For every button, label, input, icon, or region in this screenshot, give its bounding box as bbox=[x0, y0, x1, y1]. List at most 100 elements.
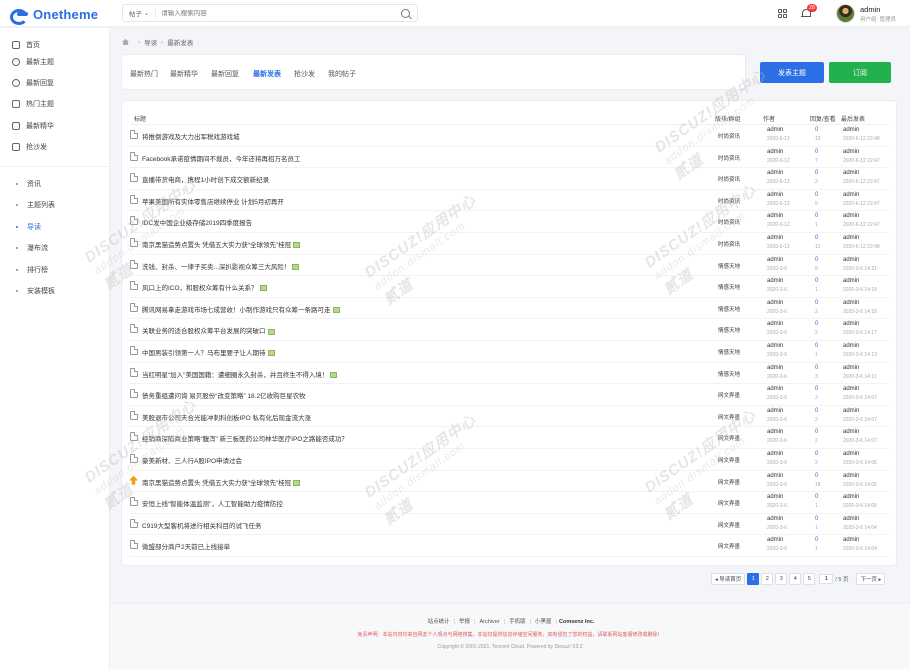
last-poster-link[interactable]: admin bbox=[843, 213, 859, 219]
author-link[interactable]: admin bbox=[767, 429, 783, 435]
thread-title[interactable]: 关联业务的适合股权众筹平台发展的突破口 bbox=[142, 325, 275, 335]
prev-page-button[interactable]: ◂ 导读首页 bbox=[711, 573, 746, 585]
tab[interactable]: 最新回复 bbox=[211, 69, 239, 79]
forum-link[interactable]: 情感天地 bbox=[718, 370, 740, 378]
last-poster-link[interactable]: admin bbox=[843, 343, 859, 349]
thread-title[interactable]: 直播带货电商，携程1小时创下成交额新纪录 bbox=[142, 174, 269, 184]
sidebar-item[interactable]: 热门主题 bbox=[12, 98, 54, 110]
thread-title[interactable]: Facebook承诺疫情期间不裁员，今年还将再招万名员工 bbox=[142, 153, 301, 163]
thread-title[interactable]: IDC发中国企业级存储2019四季度报告 bbox=[142, 217, 252, 227]
last-post-time[interactable]: 2020-3-6 14:05 bbox=[843, 503, 877, 509]
sidebar-subitem[interactable]: 资讯 bbox=[16, 178, 41, 190]
sidebar-item[interactable]: 最新精华 bbox=[12, 120, 54, 132]
last-post-time[interactable]: 2020-3-6 14:13 bbox=[843, 352, 877, 358]
last-poster-link[interactable]: admin bbox=[843, 365, 859, 371]
last-post-time[interactable]: 2020-3-6 14:17 bbox=[843, 330, 877, 336]
author-link[interactable]: admin bbox=[767, 343, 783, 349]
table-row[interactable]: 安恒上线“智能体温监测”，人工智能助力疫情防控 网文弄墨 admin 2020-3-6… bbox=[122, 492, 898, 514]
footer-link[interactable]: Archiver bbox=[479, 619, 499, 625]
search-scope-select[interactable]: 帖子 ⌄ bbox=[123, 8, 157, 18]
tab[interactable]: 最新热门 bbox=[130, 69, 158, 79]
last-poster-link[interactable]: admin bbox=[843, 408, 859, 414]
last-poster-link[interactable]: admin bbox=[843, 473, 859, 479]
table-row[interactable]: 将推倒游戏及大力出军税戏游戏城 时尚资讯 admin 2020-6-12 0 13 admi… bbox=[122, 125, 898, 147]
table-row[interactable]: 关联业务的适合股权众筹平台发展的突破口 情感天地 admin 2020-3-6 0 2 ad… bbox=[122, 319, 898, 341]
forum-link[interactable]: 网文弄墨 bbox=[718, 542, 740, 550]
page-number[interactable]: 5 bbox=[803, 573, 816, 585]
author-link[interactable]: admin bbox=[767, 516, 783, 522]
table-row[interactable]: 直播带货电商，携程1小时创下成交额新纪录 时尚资讯 admin 2020-6-12 0 2… bbox=[122, 168, 898, 190]
thread-title[interactable]: 当红明星“加入”美国国籍：遭细圈永久封杀，并且终生不得入境！ bbox=[142, 369, 338, 379]
sidebar-subitem[interactable]: 瀑布流 bbox=[16, 242, 48, 254]
last-poster-link[interactable]: admin bbox=[843, 300, 859, 306]
author-link[interactable]: admin bbox=[767, 149, 783, 155]
author-link[interactable]: admin bbox=[767, 321, 783, 327]
user-name[interactable]: admin bbox=[860, 5, 880, 14]
tab[interactable]: 最新精华 bbox=[170, 69, 198, 79]
last-poster-link[interactable]: admin bbox=[843, 192, 859, 198]
last-post-time[interactable]: 2020-3-6 14:07 bbox=[843, 438, 877, 444]
table-row[interactable]: 苹果美国所有实体零售店继续停业 计划5月初再开 时尚资讯 admin 2020-6-1… bbox=[122, 190, 898, 212]
forum-link[interactable]: 网文弄墨 bbox=[718, 456, 740, 464]
table-row[interactable]: 豪美新材、三人行A股IPO申请过会 网文弄墨 admin 2020-3-6 0 2 admi… bbox=[122, 449, 898, 471]
author-link[interactable]: admin bbox=[767, 127, 783, 133]
sidebar-subitem[interactable]: 主题列表 bbox=[16, 199, 55, 211]
subscribe-button[interactable]: 订阅 bbox=[829, 62, 891, 83]
forum-link[interactable]: 时尚资讯 bbox=[718, 175, 740, 183]
sidebar-subitem[interactable]: 安装模板 bbox=[16, 285, 55, 297]
author-link[interactable]: admin bbox=[767, 300, 783, 306]
author-link[interactable]: admin bbox=[767, 451, 783, 457]
tab[interactable]: 抢沙发 bbox=[294, 69, 315, 79]
last-post-time[interactable]: 2020-6-12 22:47 bbox=[843, 179, 880, 185]
tab[interactable]: 我的帖子 bbox=[328, 69, 356, 79]
last-post-time[interactable]: 2020-3-6 14:18 bbox=[843, 309, 877, 315]
thread-title[interactable]: 安恒上线“智能体温监测”，人工智能助力疫情防控 bbox=[142, 498, 283, 508]
last-poster-link[interactable]: admin bbox=[843, 451, 859, 457]
forum-link[interactable]: 情感天地 bbox=[718, 262, 740, 270]
table-row[interactable]: Facebook承诺疫情期间不裁员，今年还将再招万名员工 时尚资讯 admin 202… bbox=[122, 147, 898, 169]
thread-title[interactable]: 风口上的ICO，和股权众筹有什么关系？ bbox=[142, 282, 267, 292]
search-input[interactable] bbox=[156, 9, 417, 17]
thread-title[interactable]: 将推倒游戏及大力出军税戏游戏城 bbox=[142, 131, 240, 141]
last-post-time[interactable]: 2020-6-12 22:47 bbox=[843, 201, 880, 207]
forum-link[interactable]: 情感天地 bbox=[718, 283, 740, 291]
post-thread-button[interactable]: 发表主题 bbox=[760, 62, 824, 83]
author-link[interactable]: admin bbox=[767, 257, 783, 263]
forum-link[interactable]: 时尚资讯 bbox=[718, 132, 740, 140]
author-link[interactable]: admin bbox=[767, 386, 783, 392]
last-post-time[interactable]: 2020-3-6 14:07 bbox=[843, 417, 877, 423]
page-number[interactable]: 4 bbox=[789, 573, 802, 585]
thread-title[interactable]: 洗钱、封杀、一律子买卖...深扒影视众筹三大风险！ bbox=[142, 261, 300, 271]
sidebar-subitem[interactable]: 排行榜 bbox=[16, 264, 48, 276]
footer-link[interactable]: 小黑屋 bbox=[535, 619, 552, 625]
table-row[interactable]: 南京黑猫造势点置头 凭借五大实力获“全球领先”桂冠 时尚资讯 admin 2020-6… bbox=[122, 233, 898, 255]
last-post-time[interactable]: 2020-6-12 22:47 bbox=[843, 222, 880, 228]
last-post-time[interactable]: 2020-3-6 14:04 bbox=[843, 546, 877, 552]
last-post-time[interactable]: 2020-3-6 14:05 bbox=[843, 482, 877, 488]
forum-link[interactable]: 情感天地 bbox=[718, 305, 740, 313]
apps-grid-icon[interactable] bbox=[778, 9, 787, 18]
table-row[interactable]: 微盟部分商户2天前已上线接单 网文弄墨 admin 2020-3-6 0 1 admin 20… bbox=[122, 535, 898, 557]
thread-title[interactable]: C919大型客机将进行相关科目的试飞任务 bbox=[142, 520, 262, 530]
last-post-time[interactable]: 2020-3-6 14:19 bbox=[843, 287, 877, 293]
forum-link[interactable]: 网文弄墨 bbox=[718, 413, 740, 421]
table-row[interactable]: 债务重组遭问询 易贝股份“改变策略” 18.2亿收购巨星农牧 网文弄墨 admin 2… bbox=[122, 384, 898, 406]
author-link[interactable]: admin bbox=[767, 278, 783, 284]
table-row[interactable]: 经销商深陷商业策略“腹泻” 新三板医药公司林华医疗IPO之路能否成功？ 网文弄墨 a… bbox=[122, 427, 898, 449]
last-post-time[interactable]: 2020-3-6 14:04 bbox=[843, 525, 877, 531]
author-link[interactable]: admin bbox=[767, 170, 783, 176]
last-poster-link[interactable]: admin bbox=[843, 516, 859, 522]
author-link[interactable]: admin bbox=[767, 494, 783, 500]
last-post-time[interactable]: 2020-3-6 14:06 bbox=[843, 460, 877, 466]
last-post-time[interactable]: 2020-6-12 22:48 bbox=[843, 136, 880, 142]
forum-link[interactable]: 时尚资讯 bbox=[718, 197, 740, 205]
home-icon[interactable] bbox=[122, 39, 129, 45]
page-number[interactable]: 2 bbox=[761, 573, 774, 585]
page-jump-input[interactable] bbox=[819, 574, 834, 584]
author-link[interactable]: admin bbox=[767, 235, 783, 241]
last-poster-link[interactable]: admin bbox=[843, 386, 859, 392]
sidebar-item[interactable]: 抢沙发 bbox=[12, 141, 47, 153]
site-logo[interactable]: Onetheme bbox=[10, 6, 98, 25]
author-link[interactable]: admin bbox=[767, 192, 783, 198]
last-post-time[interactable]: 2020-6-12 22:47 bbox=[843, 158, 880, 164]
